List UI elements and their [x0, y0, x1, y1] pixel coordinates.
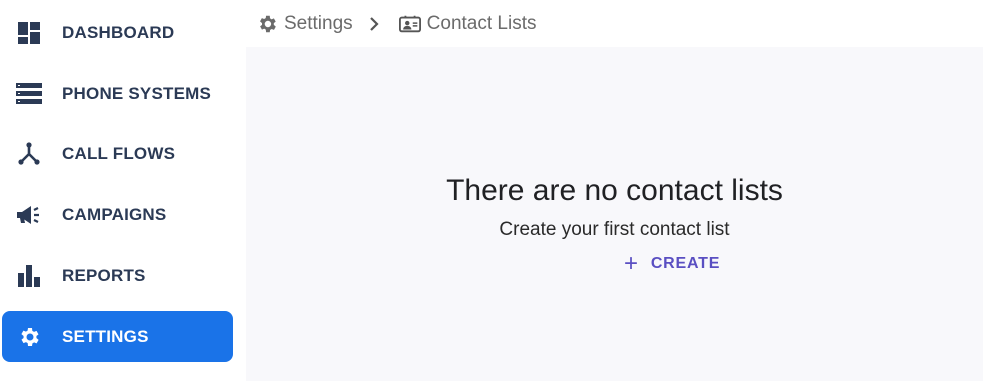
sidebar-item-campaigns[interactable]: CAMPAIGNS — [2, 189, 233, 240]
sidebar-item-phone-systems[interactable]: PHONE SYSTEMS — [2, 68, 233, 119]
gear-icon — [16, 324, 42, 350]
sidebar-item-label: REPORTS — [62, 265, 146, 285]
sidebar-item-label: PHONE SYSTEMS — [62, 83, 212, 103]
call-flow-icon — [16, 141, 42, 167]
sidebar-item-label: CALL FLOWS — [62, 143, 176, 163]
empty-state-title: There are no contact lists — [446, 174, 783, 207]
sidebar-item-call-flows[interactable]: CALL FLOWS — [2, 128, 233, 179]
contact-card-icon — [398, 13, 421, 35]
sidebar-item-label: SETTINGS — [62, 326, 149, 346]
server-icon — [16, 81, 42, 107]
bar-chart-icon — [16, 263, 42, 289]
plus-icon: + — [624, 250, 639, 277]
sidebar-item-label: DASHBOARD — [62, 22, 175, 42]
sidebar: DASHBOARD PHONE SYSTEMS CALL FLOWS CAMPA… — [0, 0, 246, 381]
breadcrumb-label: Settings — [284, 12, 353, 34]
main-content: There are no contact lists Create your f… — [246, 47, 983, 381]
chevron-right-icon — [369, 16, 379, 31]
breadcrumb: Settings Contact Lists — [246, 0, 983, 47]
create-label: CREATE — [650, 255, 721, 272]
breadcrumb-label: Contact Lists — [426, 12, 537, 34]
sidebar-item-dashboard[interactable]: DASHBOARD — [2, 7, 233, 58]
sidebar-item-settings[interactable]: SETTINGS — [2, 311, 233, 362]
gear-icon — [256, 13, 278, 35]
empty-state-subtitle: Create your first contact list — [499, 219, 730, 240]
sidebar-item-label: CAMPAIGNS — [62, 204, 167, 224]
megaphone-icon — [16, 202, 42, 228]
breadcrumb-settings[interactable]: Settings — [256, 13, 353, 35]
create-button[interactable]: + CREATE — [624, 252, 720, 276]
breadcrumb-contact-lists: Contact Lists — [398, 12, 537, 35]
dashboard-icon — [16, 20, 42, 46]
sidebar-item-reports[interactable]: REPORTS — [2, 250, 233, 301]
